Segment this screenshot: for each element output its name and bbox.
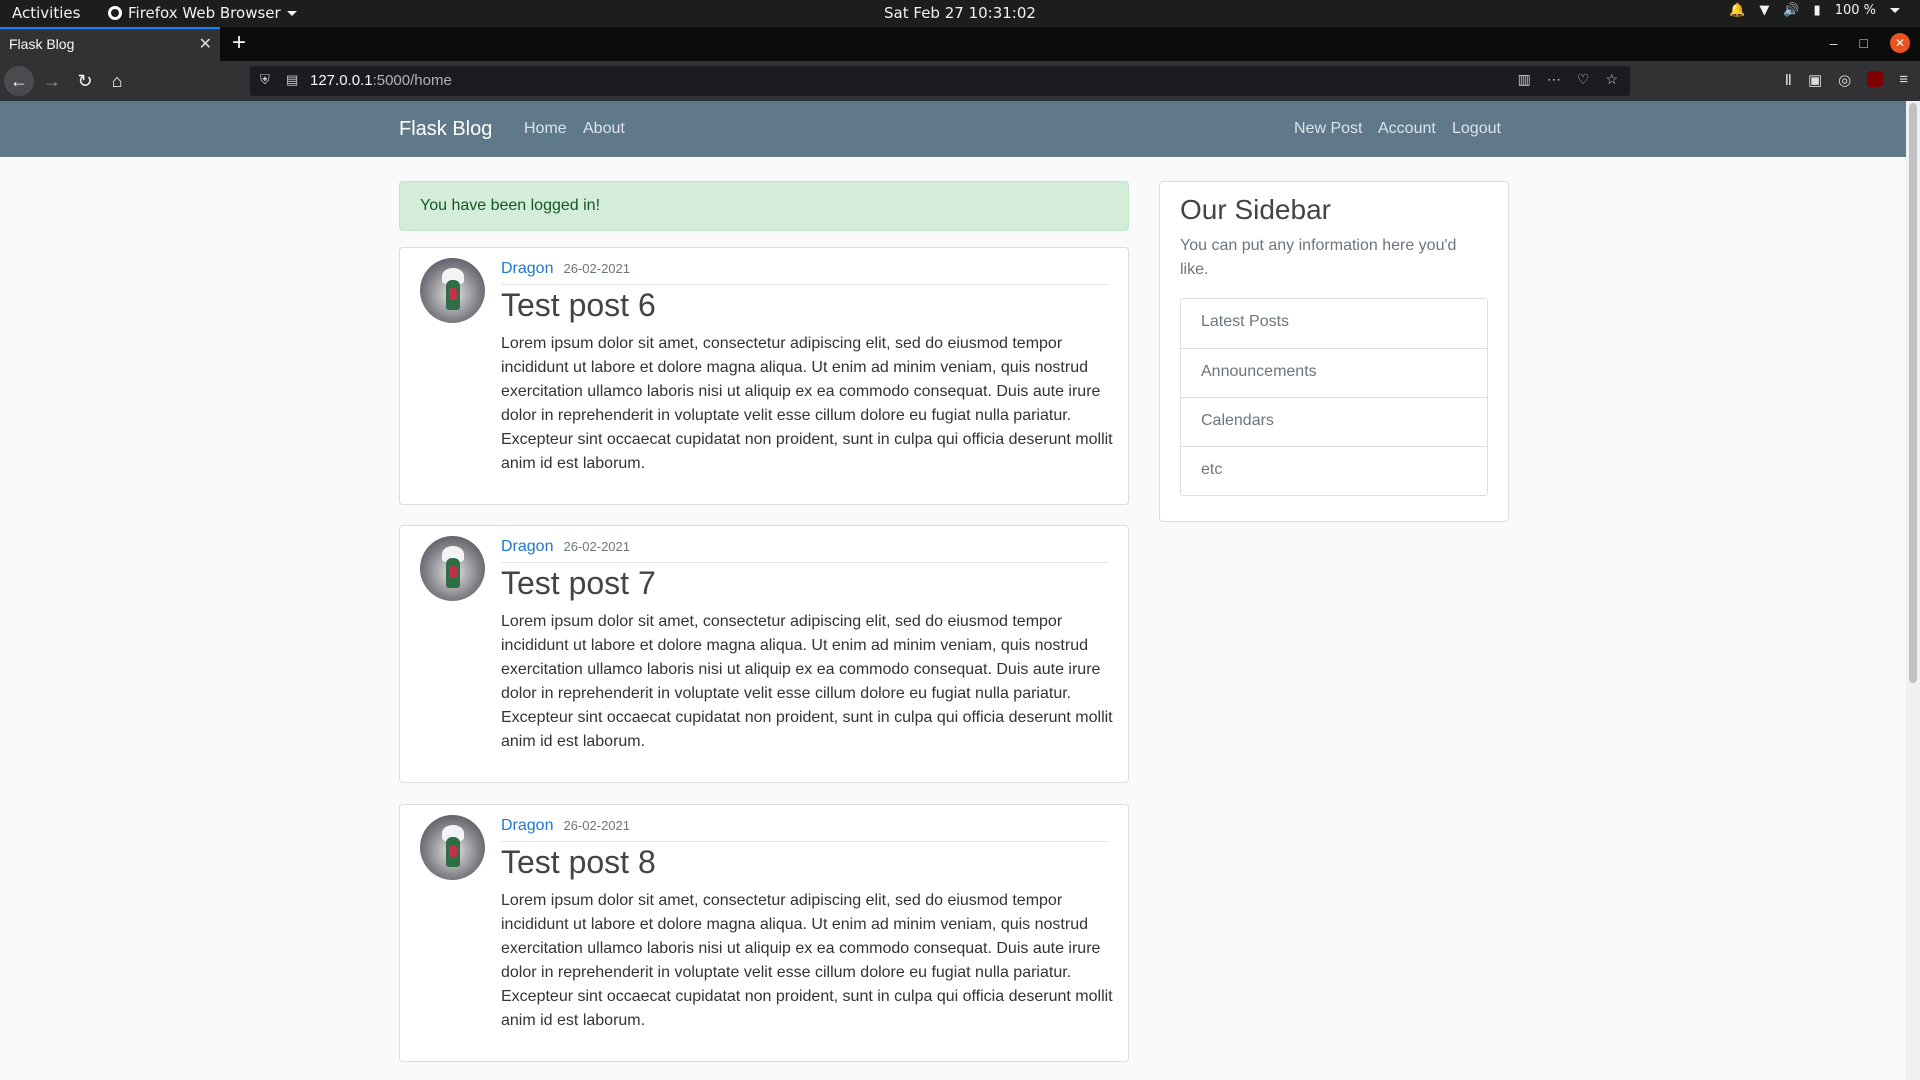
forward-button[interactable]: → — [37, 66, 67, 96]
browser-toolbar: ← → ↻ ⌂ ⛨ ▤ 127.0.0.1:5000/home ▥ ⋯ ♡ ☆ … — [0, 61, 1920, 101]
author-avatar — [420, 536, 485, 601]
app-menu-label: Firefox Web Browser — [128, 4, 281, 22]
battery-icon[interactable]: ▮ — [1814, 3, 1821, 18]
new-tab-button[interactable]: + — [232, 29, 246, 57]
alert-message: You have been logged in! — [420, 197, 601, 214]
author-avatar — [420, 258, 485, 323]
maximize-button[interactable]: □ — [1860, 35, 1868, 51]
post-card: Dragon 26-02-2021 Test post 6 Lorem ipsum… — [399, 247, 1129, 505]
library-icon[interactable]: Ⅱ — [1785, 71, 1792, 89]
author-avatar — [420, 815, 485, 880]
page-scrollbar[interactable] — [1906, 101, 1920, 1080]
chevron-down-icon — [286, 10, 297, 16]
post-content: Lorem ipsum dolor sit amet, consectetur … — [501, 892, 1113, 1029]
battery-percent: 100 % — [1834, 3, 1876, 18]
minimize-button[interactable]: – — [1830, 35, 1838, 51]
close-tab-icon[interactable]: ✕ — [199, 34, 212, 54]
home-button[interactable]: ⌂ — [102, 66, 132, 96]
nav-logout[interactable]: Logout — [1452, 120, 1501, 138]
sidebar-toggle-icon[interactable]: ▣ — [1808, 71, 1822, 89]
close-window-button[interactable]: ✕ — [1890, 33, 1910, 53]
sidebar-item-latest-posts[interactable]: Latest Posts — [1181, 299, 1487, 348]
url-host: 127.0.0.1 — [310, 72, 373, 89]
post-meta: Dragon 26-02-2021 — [501, 260, 1108, 285]
post-content: Lorem ipsum dolor sit amet, consectetur … — [501, 613, 1113, 750]
url-bar[interactable]: ⛨ ▤ 127.0.0.1:5000/home ▥ ⋯ ♡ ☆ — [250, 66, 1630, 96]
volume-icon[interactable]: 🔊 — [1783, 3, 1799, 18]
post-title[interactable]: Test post 7 — [501, 565, 656, 602]
sidebar-item-calendars[interactable]: Calendars — [1181, 397, 1487, 446]
url-path: :5000/home — [372, 72, 452, 89]
post-card: Dragon 26-02-2021 Test post 8 Lorem ipsum… — [399, 804, 1129, 1062]
activities-button[interactable]: Activities — [12, 4, 80, 22]
chevron-down-icon[interactable] — [1890, 8, 1900, 13]
post-content: Lorem ipsum dolor sit amet, consectetur … — [501, 335, 1113, 472]
sidebar-item-etc[interactable]: etc — [1181, 446, 1487, 495]
post-date: 26-02-2021 — [563, 261, 630, 276]
wifi-icon[interactable]: ▼ — [1759, 3, 1769, 18]
reader-view-icon[interactable]: ▥ — [1518, 71, 1531, 88]
tab-title: Flask Blog — [9, 36, 75, 52]
flash-alert: You have been logged in! — [399, 181, 1129, 231]
page-info-icon[interactable]: ▤ — [286, 72, 298, 88]
scrollbar-thumb[interactable] — [1909, 103, 1917, 683]
post-meta: Dragon 26-02-2021 — [501, 817, 1108, 842]
site-navbar: Flask Blog Home About New Post Account L… — [0, 101, 1906, 157]
nav-account[interactable]: Account — [1378, 120, 1436, 138]
post-author-link[interactable]: Dragon — [501, 260, 553, 277]
sidebar-list: Latest Posts Announcements Calendars etc — [1180, 298, 1488, 496]
firefox-icon — [108, 6, 122, 20]
notification-icon[interactable]: 🔔 — [1729, 3, 1745, 18]
url-text[interactable]: 127.0.0.1:5000/home — [310, 72, 452, 89]
shield-icon[interactable]: ⛨ — [260, 72, 270, 88]
nav-new-post[interactable]: New Post — [1294, 120, 1362, 138]
nav-about[interactable]: About — [583, 120, 625, 138]
reload-button[interactable]: ↻ — [70, 66, 100, 96]
hamburger-menu-icon[interactable]: ≡ — [1899, 71, 1908, 89]
post-author-link[interactable]: Dragon — [501, 817, 553, 834]
post-card: Dragon 26-02-2021 Test post 7 Lorem ipsum… — [399, 525, 1129, 783]
post-title[interactable]: Test post 8 — [501, 844, 656, 881]
bookmark-star-icon[interactable]: ☆ — [1605, 71, 1618, 88]
post-meta: Dragon 26-02-2021 — [501, 538, 1108, 563]
sidebar-title: Our Sidebar — [1180, 194, 1331, 225]
sidebar-item-announcements[interactable]: Announcements — [1181, 348, 1487, 397]
window-controls: – □ ✕ — [1830, 33, 1910, 53]
post-date: 26-02-2021 — [563, 818, 630, 833]
post-date: 26-02-2021 — [563, 539, 630, 554]
sidebar: Our Sidebar You can put any information … — [1159, 181, 1509, 522]
ublock-icon[interactable] — [1867, 71, 1884, 87]
app-menu[interactable]: Firefox Web Browser — [108, 4, 297, 22]
site-brand[interactable]: Flask Blog — [399, 118, 492, 141]
sidebar-text: You can put any information here you'd l… — [1180, 237, 1457, 278]
back-button[interactable]: ← — [4, 66, 34, 96]
tab-strip: Flask Blog ✕ + – □ ✕ — [0, 27, 1920, 61]
post-title[interactable]: Test post 6 — [501, 287, 656, 324]
os-top-bar: Activities Firefox Web Browser Sat Feb 2… — [0, 0, 1920, 27]
nav-home[interactable]: Home — [524, 120, 567, 138]
post-author-link[interactable]: Dragon — [501, 538, 553, 555]
pocket-icon[interactable]: ♡ — [1577, 71, 1590, 88]
page-actions-icon[interactable]: ⋯ — [1547, 71, 1561, 88]
account-icon[interactable]: ◎ — [1838, 71, 1851, 89]
clock[interactable]: Sat Feb 27 10:31:02 — [884, 4, 1036, 22]
system-tray[interactable]: 🔔 ▼ 🔊 ▮ 100 % — [1729, 3, 1900, 18]
browser-tab[interactable]: Flask Blog ✕ — [0, 27, 220, 61]
